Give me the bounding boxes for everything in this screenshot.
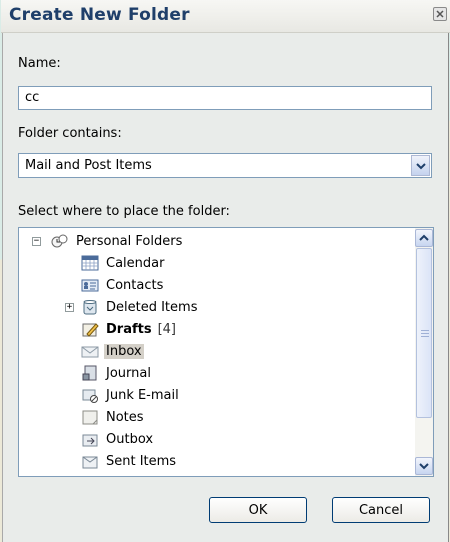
cancel-button[interactable]: Cancel [332,497,430,523]
name-input[interactable]: cc [18,86,432,110]
tree-item-label: Drafts [4] [104,322,178,337]
tree-item-junk-email[interactable]: Junk E-mail [81,385,181,405]
tree-scrollbar[interactable] [415,228,433,476]
tree-item-label: Personal Folders [76,233,183,249]
outbox-icon [81,431,99,447]
name-label: Name: [18,56,61,71]
folder-contains-select[interactable]: Mail and Post Items [18,153,432,178]
tree-item-personal-folders[interactable]: Personal Folders [51,231,184,251]
folder-contains-label: Folder contains: [18,126,122,141]
drafts-label: Drafts [106,321,152,337]
tree-item-inbox[interactable]: Inbox [81,341,144,361]
drafts-icon [81,321,99,337]
tree-item-calendar[interactable]: Calendar [81,253,166,273]
folder-contains-value: Mail and Post Items [25,158,152,173]
scroll-thumb[interactable] [416,248,432,418]
tree-item-label: Inbox [104,343,144,359]
dropdown-button[interactable] [411,155,430,176]
personal-folders-icon [51,233,69,249]
deleted-items-icon [81,299,99,315]
tree-item-journal[interactable]: Journal [81,363,153,383]
tree-item-sent-items[interactable]: Sent Items [81,451,178,471]
ok-button[interactable]: OK [209,497,307,523]
journal-icon [81,365,99,381]
chevron-up-icon [419,234,429,241]
tree-item-label: Calendar [106,255,165,271]
unread-count: [4] [157,321,177,337]
tree-item-contacts[interactable]: Contacts [81,275,165,295]
folder-tree[interactable]: − Personal Folders Calendar Contacts + D… [18,227,434,477]
chevron-down-icon [419,463,429,470]
tree-item-label: Sent Items [106,453,177,469]
place-label: Select where to place the folder: [18,204,230,219]
tree-item-label: Journal [106,365,151,381]
title-bar: Create New Folder [1,0,450,33]
tree-item-deleted-items[interactable]: Deleted Items [81,297,199,317]
scroll-up-button[interactable] [415,229,433,247]
tree-item-label: Deleted Items [106,299,198,315]
collapse-icon[interactable]: − [32,237,41,246]
chevron-down-icon [415,162,426,169]
close-icon [436,10,444,18]
dialog-title: Create New Folder [9,5,190,25]
tree-item-label: Outbox [106,431,154,447]
inbox-icon [81,343,99,359]
tree-item-notes[interactable]: Notes [81,407,146,427]
junk-email-icon [81,387,99,403]
contacts-icon [81,277,99,293]
sent-items-icon [81,453,99,469]
expand-icon[interactable]: + [65,303,74,312]
tree-item-label: Junk E-mail [106,387,179,403]
close-button[interactable] [433,7,447,21]
tree-item-label: Contacts [106,277,164,293]
scroll-down-button[interactable] [415,457,433,475]
tree-item-drafts[interactable]: Drafts [4] [81,319,178,339]
tree-item-outbox[interactable]: Outbox [81,429,155,449]
notes-icon [81,409,99,425]
tree-item-label: Notes [106,409,144,425]
calendar-icon [81,255,99,271]
